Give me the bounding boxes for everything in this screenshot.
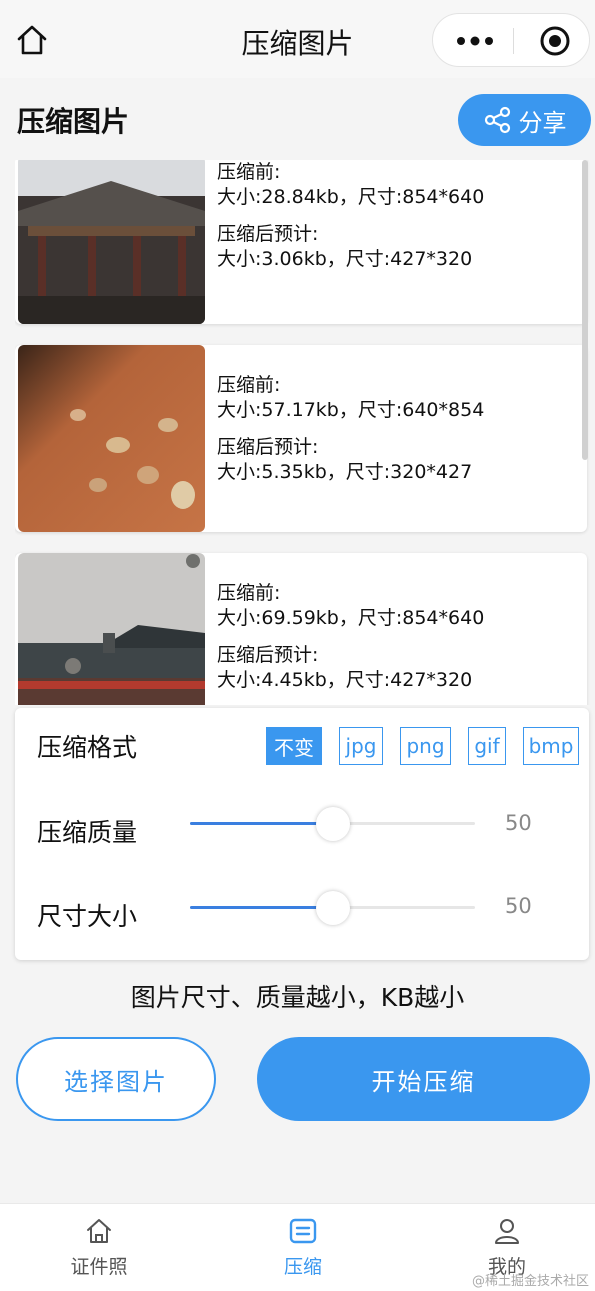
before-label: 压缩前: <box>217 374 281 396</box>
before-size: 大小:69.59kb，尺寸:854*640 <box>217 607 485 629</box>
format-option-0[interactable]: 不变 <box>266 727 322 765</box>
list-scrollbar[interactable] <box>582 160 588 460</box>
before-size: 大小:28.84kb，尺寸:854*640 <box>217 186 485 208</box>
share-icon <box>484 106 510 134</box>
size-value: 50 <box>505 894 532 918</box>
image-list[interactable]: 压缩前: 大小:28.84kb，尺寸:854*640 压缩后预计: 大小:3.0… <box>15 160 590 705</box>
quality-label: 压缩质量 <box>37 818 138 847</box>
tab-label: 压缩 <box>283 1256 322 1278</box>
format-label: 压缩格式 <box>37 733 138 762</box>
watermark: @稀土掘金技术社区 <box>471 1274 589 1289</box>
before-label: 压缩前: <box>217 161 281 183</box>
after-size: 大小:4.45kb，尺寸:427*320 <box>217 669 473 691</box>
after-label: 压缩后预计: <box>217 223 319 245</box>
image-thumbnail <box>18 553 205 705</box>
format-option-3[interactable]: gif <box>468 727 506 765</box>
format-options: 不变 jpg png gif bmp <box>266 727 595 765</box>
slider-fill <box>190 906 333 909</box>
image-info: 压缩前: 大小:28.84kb，尺寸:854*640 压缩后预计: 大小:3.0… <box>217 160 484 272</box>
after-label: 压缩后预计: <box>217 644 319 666</box>
before-label: 压缩前: <box>217 582 281 604</box>
home-icon <box>87 1219 111 1243</box>
image-thumbnail <box>18 345 205 532</box>
capsule-divider <box>513 28 514 54</box>
nav-bar: 压缩图片 <box>0 0 595 78</box>
before-size: 大小:57.17kb，尺寸:640*854 <box>217 399 485 421</box>
image-card[interactable]: 压缩前: 大小:28.84kb，尺寸:854*640 压缩后预计: 大小:3.0… <box>15 160 587 324</box>
share-button[interactable]: 分享 <box>458 94 591 146</box>
quality-slider[interactable] <box>190 807 475 841</box>
tab-label: 证件照 <box>70 1256 128 1278</box>
size-slider[interactable] <box>190 891 475 925</box>
tab-compress[interactable]: 压缩 <box>243 1216 363 1279</box>
image-thumbnail <box>18 160 205 324</box>
slider-handle[interactable] <box>315 807 350 841</box>
more-icon[interactable] <box>455 32 495 50</box>
after-label: 压缩后预计: <box>217 436 319 458</box>
select-image-button[interactable]: 选择图片 <box>16 1037 216 1121</box>
settings-panel: 压缩格式 不变 jpg png gif bmp 压缩质量 50 尺寸大小 50 <box>15 708 589 960</box>
compression-tip: 图片尺寸、质量越小，KB越小 <box>130 983 465 1012</box>
page-heading: 压缩图片 <box>17 105 130 138</box>
slider-handle[interactable] <box>315 891 350 925</box>
tab-id-photo[interactable]: 证件照 <box>39 1216 159 1279</box>
image-card[interactable]: 压缩前: 大小:69.59kb，尺寸:854*640 压缩后预计: 大小:4.4… <box>15 553 587 705</box>
close-mini-program-icon[interactable] <box>539 25 571 57</box>
format-option-4[interactable]: bmp <box>523 727 579 765</box>
start-compress-button[interactable]: 开始压缩 <box>257 1037 590 1121</box>
share-label: 分享 <box>518 108 567 137</box>
quality-value: 50 <box>505 811 532 835</box>
image-card[interactable]: 压缩前: 大小:57.17kb，尺寸:640*854 压缩后预计: 大小:5.3… <box>15 345 587 532</box>
image-info: 压缩前: 大小:69.59kb，尺寸:854*640 压缩后预计: 大小:4.4… <box>217 581 484 693</box>
format-option-1[interactable]: jpg <box>339 727 383 765</box>
image-info: 压缩前: 大小:57.17kb，尺寸:640*854 压缩后预计: 大小:5.3… <box>217 373 484 485</box>
format-option-2[interactable]: png <box>400 727 451 765</box>
after-size: 大小:3.06kb，尺寸:427*320 <box>217 248 473 270</box>
slider-fill <box>190 822 333 825</box>
after-size: 大小:5.35kb，尺寸:320*427 <box>217 461 473 483</box>
person-icon <box>495 1219 519 1244</box>
size-label: 尺寸大小 <box>37 902 138 931</box>
compress-icon <box>289 1218 317 1244</box>
mini-program-capsule <box>432 13 590 67</box>
